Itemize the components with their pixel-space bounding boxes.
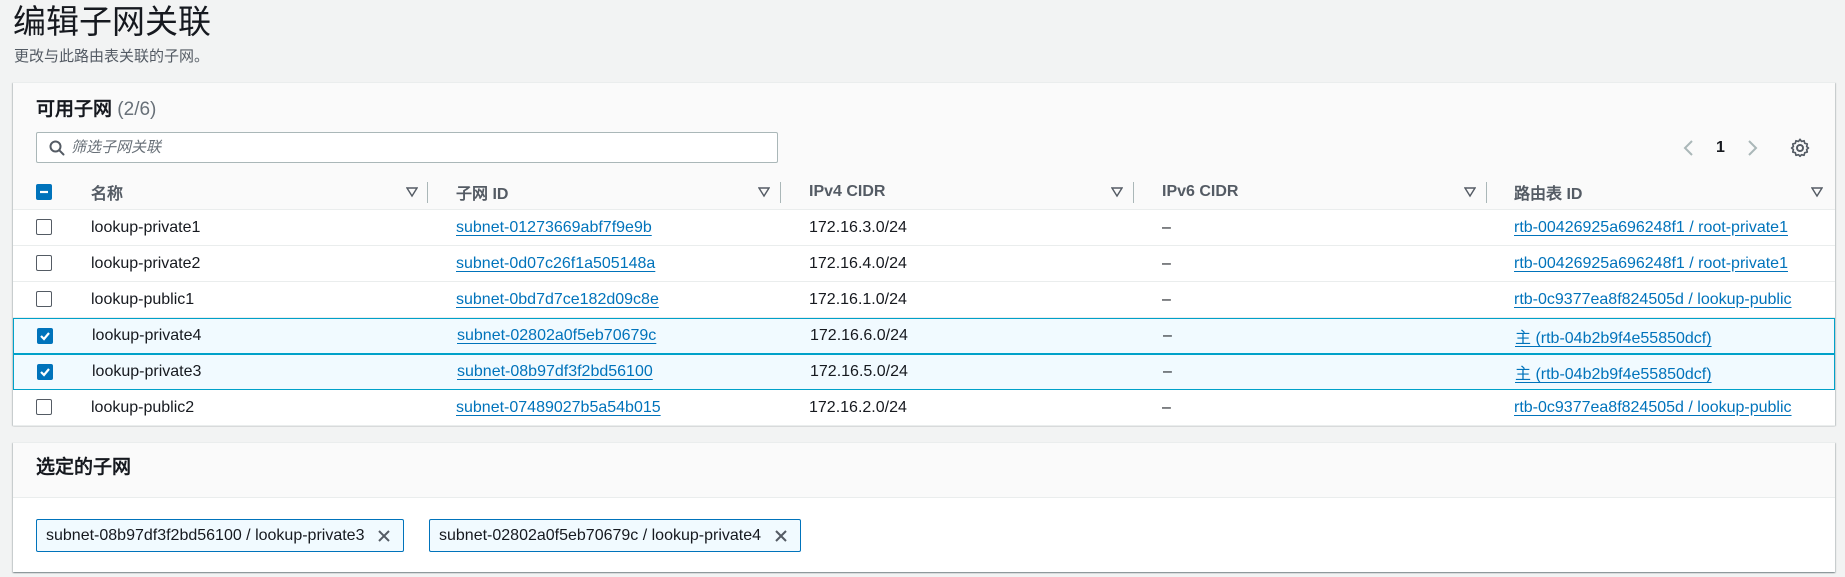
previous-page-button[interactable] bbox=[1678, 136, 1698, 160]
ipv4-cidr: 172.16.2.0/24 bbox=[809, 398, 907, 416]
selected-subnets-heading: 选定的子网 bbox=[36, 457, 132, 478]
available-subnets-panel: 可用子网 (2/6) 1 bbox=[13, 82, 1835, 426]
route-table-link[interactable]: 主 (rtb-04b2b9f4e55850dcf) bbox=[1515, 355, 1712, 389]
close-icon bbox=[775, 529, 787, 542]
ipv4-cidr: 172.16.6.0/24 bbox=[810, 327, 908, 344]
filter-search-input[interactable] bbox=[71, 134, 777, 161]
subnet-id-link[interactable]: subnet-02802a0f5eb70679c bbox=[457, 319, 656, 353]
sort-triangle-icon bbox=[406, 187, 418, 198]
subnet-name: lookup-private2 bbox=[91, 254, 201, 272]
column-header-ipv6-cidr-label: IPv6 CIDR bbox=[1162, 183, 1239, 200]
ipv6-cidr: – bbox=[1163, 363, 1172, 380]
remove-chip-button[interactable] bbox=[374, 526, 394, 546]
checkmark-icon bbox=[40, 368, 50, 377]
column-header-subnet-id[interactable]: 子网 ID bbox=[428, 174, 780, 210]
search-icon bbox=[43, 133, 71, 162]
gear-icon bbox=[1790, 138, 1810, 158]
page-description: 更改与此路由表关联的子网。 bbox=[14, 48, 210, 65]
ipv4-cidr: 172.16.4.0/24 bbox=[809, 254, 907, 272]
selected-subnets-header: 选定的子网 bbox=[13, 443, 1835, 498]
checkmark-icon bbox=[40, 332, 50, 341]
column-header-route-table-id[interactable]: 路由表 ID bbox=[1487, 174, 1835, 210]
row-checkbox[interactable] bbox=[36, 255, 52, 271]
available-subnets-header: 可用子网 (2/6) 1 bbox=[13, 83, 1835, 210]
available-subnets-title: 可用子网 bbox=[36, 99, 113, 120]
ipv6-cidr: – bbox=[1162, 218, 1171, 236]
route-table-link[interactable]: rtb-0c9377ea8f824505d / lookup-public bbox=[1514, 282, 1792, 317]
table-row[interactable]: lookup-private4 subnet-02802a0f5eb70679c 1… bbox=[13, 318, 1835, 354]
chevron-left-icon bbox=[1683, 140, 1693, 156]
subnet-id-link[interactable]: subnet-07489027b5a54b015 bbox=[456, 390, 661, 425]
ipv6-cidr: – bbox=[1162, 290, 1171, 308]
close-icon bbox=[378, 529, 391, 542]
row-checkbox[interactable] bbox=[36, 291, 52, 307]
table-row[interactable]: lookup-public1 subnet-0bd7d7ce182d09c8e 17… bbox=[13, 282, 1835, 318]
column-header-ipv4-cidr[interactable]: IPv4 CIDR bbox=[781, 174, 1133, 210]
row-checkbox[interactable] bbox=[37, 328, 53, 344]
ipv6-cidr: – bbox=[1163, 327, 1172, 344]
table-preferences-button[interactable] bbox=[1788, 136, 1812, 160]
select-all-checkbox[interactable] bbox=[36, 184, 52, 200]
subnet-id-link[interactable]: subnet-08b97df3f2bd56100 bbox=[457, 355, 653, 389]
table-header: 名称 子网 ID IPv4 CIDR IPv6 CIDR 路由表 ID bbox=[13, 174, 1835, 210]
row-checkbox[interactable] bbox=[37, 364, 53, 380]
sort-triangle-icon bbox=[758, 187, 770, 198]
table-row[interactable]: lookup-private1 subnet-01273669abf7f9e9b 1… bbox=[13, 210, 1835, 246]
filter-search-box[interactable] bbox=[36, 132, 778, 163]
column-header-subnet-id-label: 子网 ID bbox=[456, 186, 509, 203]
page-title: 编辑子网关联 bbox=[13, 3, 211, 40]
ipv6-cidr: – bbox=[1162, 254, 1171, 272]
route-table-link[interactable]: 主 (rtb-04b2b9f4e55850dcf) bbox=[1515, 319, 1712, 353]
table-row[interactable]: lookup-public2 subnet-07489027b5a54b015 17… bbox=[13, 390, 1835, 426]
column-header-name-label: 名称 bbox=[91, 186, 124, 203]
table-row[interactable]: lookup-private3 subnet-08b97df3f2bd56100 1… bbox=[13, 354, 1835, 390]
sort-triangle-icon bbox=[1111, 187, 1123, 198]
pagination: 1 bbox=[1678, 133, 1763, 163]
row-checkbox[interactable] bbox=[36, 399, 52, 415]
selected-subnet-chip-label: subnet-02802a0f5eb70679c / lookup-privat… bbox=[439, 526, 762, 544]
ipv4-cidr: 172.16.3.0/24 bbox=[809, 218, 907, 236]
subnet-id-link[interactable]: subnet-0d07c26f1a505148a bbox=[456, 246, 655, 281]
subnet-name: lookup-public2 bbox=[91, 398, 195, 416]
route-table-link[interactable]: rtb-00426925a696248f1 / root-private1 bbox=[1514, 210, 1788, 245]
minus-icon bbox=[40, 190, 48, 194]
next-page-button[interactable] bbox=[1743, 136, 1763, 160]
column-header-name[interactable]: 名称 bbox=[77, 174, 428, 210]
subnet-name: lookup-private1 bbox=[91, 218, 201, 236]
subnet-id-link[interactable]: subnet-0bd7d7ce182d09c8e bbox=[456, 282, 659, 317]
selected-subnet-chip: subnet-02802a0f5eb70679c / lookup-privat… bbox=[429, 519, 802, 552]
ipv6-cidr: – bbox=[1162, 398, 1171, 416]
available-subnets-heading: 可用子网 (2/6) bbox=[36, 97, 156, 123]
sort-triangle-icon bbox=[1811, 187, 1823, 198]
table-row[interactable]: lookup-private2 subnet-0d07c26f1a505148a 1… bbox=[13, 246, 1835, 282]
selected-subnet-chip: subnet-08b97df3f2bd56100 / lookup-privat… bbox=[36, 519, 405, 552]
chevron-right-icon bbox=[1748, 140, 1758, 156]
subnet-name: lookup-private3 bbox=[92, 363, 202, 380]
remove-chip-button[interactable] bbox=[771, 526, 791, 546]
row-checkbox[interactable] bbox=[36, 219, 52, 235]
subnet-name: lookup-public1 bbox=[91, 290, 195, 308]
column-header-ipv4-cidr-label: IPv4 CIDR bbox=[809, 183, 886, 200]
selected-subnets-panel: 选定的子网 subnet-08b97df3f2bd56100 / lookup-… bbox=[13, 442, 1835, 572]
subnet-id-link[interactable]: subnet-01273669abf7f9e9b bbox=[456, 210, 652, 245]
selected-subnet-chip-label: subnet-08b97df3f2bd56100 / lookup-privat… bbox=[46, 526, 365, 544]
sort-triangle-icon bbox=[1464, 187, 1476, 198]
current-page-number[interactable]: 1 bbox=[1716, 139, 1725, 157]
subnet-name: lookup-private4 bbox=[92, 327, 202, 344]
column-header-ipv6-cidr[interactable]: IPv6 CIDR bbox=[1134, 174, 1486, 210]
available-subnets-count: (2/6) bbox=[117, 99, 157, 120]
route-table-link[interactable]: rtb-0c9377ea8f824505d / lookup-public bbox=[1514, 390, 1792, 425]
column-header-route-table-id-label: 路由表 ID bbox=[1514, 186, 1583, 203]
ipv4-cidr: 172.16.1.0/24 bbox=[809, 290, 907, 308]
ipv4-cidr: 172.16.5.0/24 bbox=[810, 363, 908, 380]
route-table-link[interactable]: rtb-00426925a696248f1 / root-private1 bbox=[1514, 246, 1788, 281]
